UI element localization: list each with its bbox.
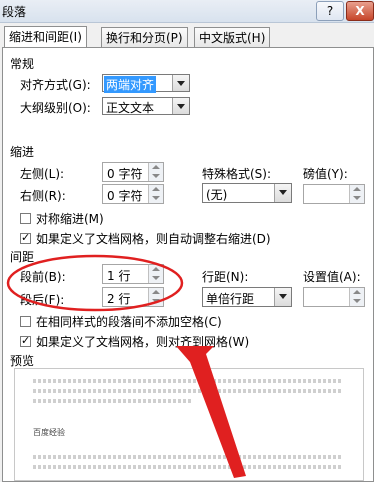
annotation-ellipse [6, 254, 184, 312]
annotation-overlay [6, 254, 246, 478]
annotation-arrow [176, 346, 246, 478]
